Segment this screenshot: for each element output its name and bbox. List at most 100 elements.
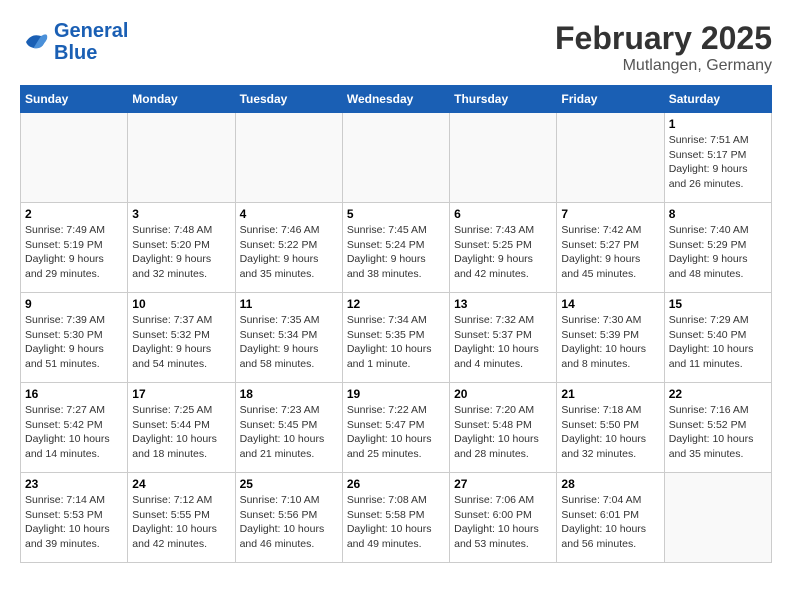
day-cell [21, 113, 128, 203]
day-cell: 4Sunrise: 7:46 AM Sunset: 5:22 PM Daylig… [235, 203, 342, 293]
day-cell: 12 Sunrise: 7:34 AM Sunset: 5:35 PM Dayli… [342, 293, 449, 383]
day-number: 13 [454, 297, 552, 311]
weekday-tuesday: Tuesday [235, 86, 342, 113]
day-info: Sunrise: 7:27 AM Sunset: 5:42 PM Dayligh… [25, 403, 123, 462]
day-info: Sunrise: 7:10 AM Sunset: 5:56 PM Dayligh… [240, 493, 338, 552]
day-number: 3 [132, 207, 230, 221]
day-cell: 25 Sunrise: 7:10 AM Sunset: 5:56 PM Dayli… [235, 473, 342, 563]
day-info: Sunrise: 7:25 AM Sunset: 5:44 PM Dayligh… [132, 403, 230, 462]
day-cell: 23 Sunrise: 7:14 AM Sunset: 5:53 PM Dayli… [21, 473, 128, 563]
day-cell [128, 113, 235, 203]
title-block: February 2025 Mutlangen, Germany [555, 20, 772, 75]
weekday-sunday: Sunday [21, 86, 128, 113]
day-cell: 14Sunrise: 7:30 AM Sunset: 5:39 PM Dayli… [557, 293, 664, 383]
day-cell: 17 Sunrise: 7:25 AM Sunset: 5:44 PM Dayli… [128, 383, 235, 473]
day-number: 28 [561, 477, 659, 491]
weekday-saturday: Saturday [664, 86, 771, 113]
day-number: 24 [132, 477, 230, 491]
day-cell: 20Sunrise: 7:20 AM Sunset: 5:48 PM Dayli… [450, 383, 557, 473]
day-info: Sunrise: 7:16 AM Sunset: 5:52 PM Dayligh… [669, 403, 767, 462]
day-cell: 28 Sunrise: 7:04 AM Sunset: 6:01 PM Dayli… [557, 473, 664, 563]
day-number: 14 [561, 297, 659, 311]
day-info: Sunrise: 7:45 AM Sunset: 5:24 PM Dayligh… [347, 223, 445, 282]
day-cell: 3 Sunrise: 7:48 AM Sunset: 5:20 PM Daylig… [128, 203, 235, 293]
weekday-wednesday: Wednesday [342, 86, 449, 113]
day-info: Sunrise: 7:49 AM Sunset: 5:19 PM Dayligh… [25, 223, 123, 282]
day-info: Sunrise: 7:43 AM Sunset: 5:25 PM Dayligh… [454, 223, 552, 282]
day-number: 17 [132, 387, 230, 401]
day-info: Sunrise: 7:22 AM Sunset: 5:47 PM Dayligh… [347, 403, 445, 462]
day-number: 19 [347, 387, 445, 401]
day-info: Sunrise: 7:51 AM Sunset: 5:17 PM Dayligh… [669, 133, 767, 192]
day-number: 8 [669, 207, 767, 221]
day-cell [450, 113, 557, 203]
week-row-3: 9 Sunrise: 7:39 AM Sunset: 5:30 PM Daylig… [21, 293, 772, 383]
calendar-table: SundayMondayTuesdayWednesdayThursdayFrid… [20, 85, 772, 563]
day-number: 21 [561, 387, 659, 401]
day-info: Sunrise: 7:23 AM Sunset: 5:45 PM Dayligh… [240, 403, 338, 462]
day-cell: 18 Sunrise: 7:23 AM Sunset: 5:45 PM Dayli… [235, 383, 342, 473]
logo-icon [20, 27, 50, 57]
day-cell: 26 Sunrise: 7:08 AM Sunset: 5:58 PM Dayli… [342, 473, 449, 563]
day-info: Sunrise: 7:42 AM Sunset: 5:27 PM Dayligh… [561, 223, 659, 282]
day-info: Sunrise: 7:18 AM Sunset: 5:50 PM Dayligh… [561, 403, 659, 462]
day-cell: 27Sunrise: 7:06 AM Sunset: 6:00 PM Dayli… [450, 473, 557, 563]
day-number: 12 [347, 297, 445, 311]
day-cell: 16 Sunrise: 7:27 AM Sunset: 5:42 PM Dayli… [21, 383, 128, 473]
calendar-body: 1 Sunrise: 7:51 AM Sunset: 5:17 PM Daylig… [21, 113, 772, 563]
logo-text: GeneralBlue [54, 20, 128, 64]
day-info: Sunrise: 7:35 AM Sunset: 5:34 PM Dayligh… [240, 313, 338, 372]
week-row-1: 1 Sunrise: 7:51 AM Sunset: 5:17 PM Daylig… [21, 113, 772, 203]
day-cell [235, 113, 342, 203]
day-cell: 11Sunrise: 7:35 AM Sunset: 5:34 PM Dayli… [235, 293, 342, 383]
day-number: 1 [669, 117, 767, 131]
day-number: 15 [669, 297, 767, 311]
day-number: 23 [25, 477, 123, 491]
day-cell: 9 Sunrise: 7:39 AM Sunset: 5:30 PM Daylig… [21, 293, 128, 383]
day-info: Sunrise: 7:12 AM Sunset: 5:55 PM Dayligh… [132, 493, 230, 552]
day-cell: 21 Sunrise: 7:18 AM Sunset: 5:50 PM Dayli… [557, 383, 664, 473]
day-number: 2 [25, 207, 123, 221]
page-header: GeneralBlue February 2025 Mutlangen, Ger… [20, 20, 772, 75]
week-row-5: 23 Sunrise: 7:14 AM Sunset: 5:53 PM Dayli… [21, 473, 772, 563]
day-cell: 13 Sunrise: 7:32 AM Sunset: 5:37 PM Dayli… [450, 293, 557, 383]
day-number: 26 [347, 477, 445, 491]
day-number: 4 [240, 207, 338, 221]
day-cell: 15 Sunrise: 7:29 AM Sunset: 5:40 PM Dayli… [664, 293, 771, 383]
week-row-4: 16 Sunrise: 7:27 AM Sunset: 5:42 PM Dayli… [21, 383, 772, 473]
day-cell: 7Sunrise: 7:42 AM Sunset: 5:27 PM Daylig… [557, 203, 664, 293]
day-info: Sunrise: 7:14 AM Sunset: 5:53 PM Dayligh… [25, 493, 123, 552]
day-number: 16 [25, 387, 123, 401]
day-info: Sunrise: 7:08 AM Sunset: 5:58 PM Dayligh… [347, 493, 445, 552]
day-number: 27 [454, 477, 552, 491]
day-cell: 8 Sunrise: 7:40 AM Sunset: 5:29 PM Daylig… [664, 203, 771, 293]
day-info: Sunrise: 7:29 AM Sunset: 5:40 PM Dayligh… [669, 313, 767, 372]
day-info: Sunrise: 7:37 AM Sunset: 5:32 PM Dayligh… [132, 313, 230, 372]
day-cell: 10 Sunrise: 7:37 AM Sunset: 5:32 PM Dayli… [128, 293, 235, 383]
month-title: February 2025 [555, 20, 772, 57]
day-number: 10 [132, 297, 230, 311]
day-info: Sunrise: 7:20 AM Sunset: 5:48 PM Dayligh… [454, 403, 552, 462]
weekday-friday: Friday [557, 86, 664, 113]
weekday-monday: Monday [128, 86, 235, 113]
day-cell: 24 Sunrise: 7:12 AM Sunset: 5:55 PM Dayli… [128, 473, 235, 563]
day-cell [342, 113, 449, 203]
location: Mutlangen, Germany [555, 57, 772, 75]
day-number: 5 [347, 207, 445, 221]
day-number: 18 [240, 387, 338, 401]
day-cell: 19 Sunrise: 7:22 AM Sunset: 5:47 PM Dayli… [342, 383, 449, 473]
day-info: Sunrise: 7:34 AM Sunset: 5:35 PM Dayligh… [347, 313, 445, 372]
day-info: Sunrise: 7:48 AM Sunset: 5:20 PM Dayligh… [132, 223, 230, 282]
day-number: 6 [454, 207, 552, 221]
day-info: Sunrise: 7:32 AM Sunset: 5:37 PM Dayligh… [454, 313, 552, 372]
day-info: Sunrise: 7:39 AM Sunset: 5:30 PM Dayligh… [25, 313, 123, 372]
day-info: Sunrise: 7:40 AM Sunset: 5:29 PM Dayligh… [669, 223, 767, 282]
day-info: Sunrise: 7:04 AM Sunset: 6:01 PM Dayligh… [561, 493, 659, 552]
day-cell: 1 Sunrise: 7:51 AM Sunset: 5:17 PM Daylig… [664, 113, 771, 203]
day-cell: 2 Sunrise: 7:49 AM Sunset: 5:19 PM Daylig… [21, 203, 128, 293]
day-number: 9 [25, 297, 123, 311]
week-row-2: 2 Sunrise: 7:49 AM Sunset: 5:19 PM Daylig… [21, 203, 772, 293]
day-cell: 6 Sunrise: 7:43 AM Sunset: 5:25 PM Daylig… [450, 203, 557, 293]
day-number: 25 [240, 477, 338, 491]
day-cell [557, 113, 664, 203]
